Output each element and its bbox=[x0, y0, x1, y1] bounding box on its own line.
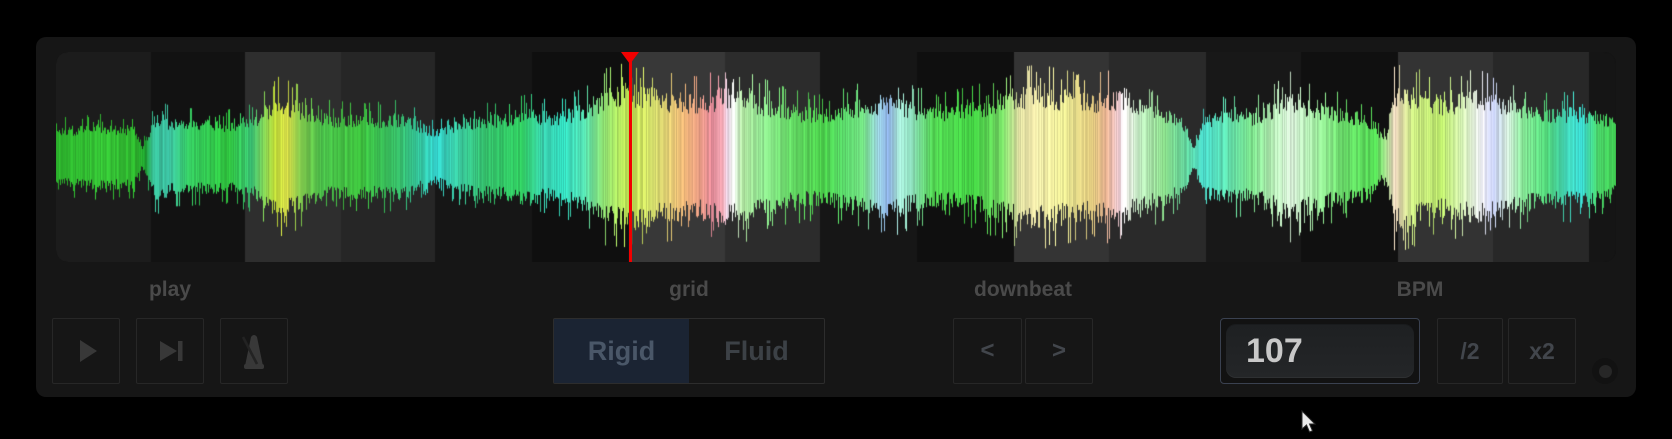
play-section-label: play bbox=[149, 278, 191, 302]
downbeat-left-button[interactable]: < bbox=[953, 318, 1022, 384]
skip-forward-icon bbox=[154, 336, 186, 366]
halve-bpm-button[interactable]: /2 bbox=[1437, 318, 1503, 384]
indicator-dot bbox=[1599, 365, 1612, 378]
metronome-button[interactable] bbox=[220, 318, 288, 384]
playhead-marker[interactable] bbox=[629, 52, 632, 262]
waveform-canvas bbox=[56, 52, 1616, 262]
play-button[interactable] bbox=[52, 318, 120, 384]
grid-section-label: grid bbox=[669, 278, 709, 302]
bpm-field-frame bbox=[1220, 318, 1420, 384]
skip-forward-button[interactable] bbox=[136, 318, 204, 384]
waveform-display[interactable] bbox=[56, 52, 1616, 262]
double-bpm-button[interactable]: x2 bbox=[1508, 318, 1576, 384]
grid-mode-rigid[interactable]: Rigid bbox=[554, 319, 689, 383]
downbeat-right-button[interactable]: > bbox=[1025, 318, 1093, 384]
play-icon bbox=[71, 336, 101, 366]
grid-mode-toggle: Rigid Fluid bbox=[553, 318, 825, 384]
status-indicator bbox=[1592, 358, 1618, 384]
downbeat-section-label: downbeat bbox=[974, 278, 1072, 302]
bpm-section-label: BPM bbox=[1397, 278, 1444, 302]
grid-mode-fluid[interactable]: Fluid bbox=[689, 319, 824, 383]
beatgrid-panel: play grid downbeat BPM Rigid Fluid < > /… bbox=[36, 37, 1636, 397]
bpm-input[interactable] bbox=[1226, 324, 1414, 378]
playhead-triangle-icon bbox=[621, 52, 639, 64]
mouse-cursor bbox=[1300, 410, 1322, 439]
metronome-icon bbox=[235, 330, 273, 372]
